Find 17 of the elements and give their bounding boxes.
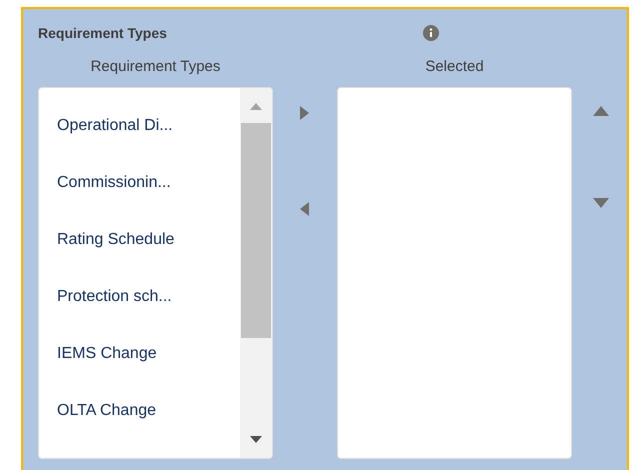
move-left-button[interactable] (298, 200, 312, 218)
list-option[interactable]: Operational Di... (39, 97, 240, 154)
list-option[interactable]: Rating Schedule (39, 211, 240, 268)
list-option[interactable]: IEMS Change (39, 325, 240, 382)
info-icon (423, 25, 439, 41)
column-heading: Selected (424, 57, 485, 77)
scrollbar[interactable] (240, 88, 272, 458)
list-option[interactable]: Protection sch... (39, 268, 240, 325)
list-option[interactable]: OLTA Change (39, 382, 240, 439)
scroll-up-icon[interactable] (248, 102, 264, 110)
column-heading: Requirement Types (90, 57, 222, 77)
move-down-button[interactable] (590, 196, 610, 210)
scroll-down-icon[interactable] (248, 436, 264, 444)
scrollbar-thumb[interactable] (241, 123, 271, 338)
list-option[interactable]: Commissionin... (39, 154, 240, 211)
move-up-button[interactable] (590, 104, 610, 118)
section-title: Requirement Types (38, 25, 168, 41)
